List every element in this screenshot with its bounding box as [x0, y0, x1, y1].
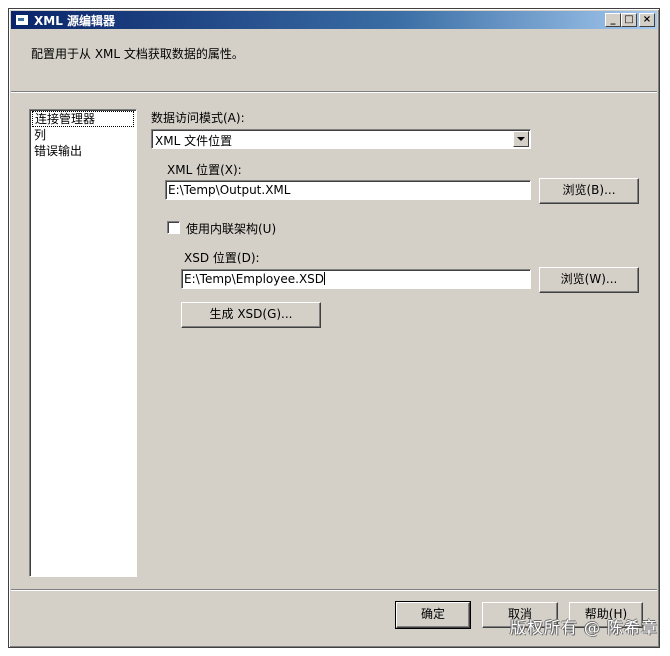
page-nav-list[interactable]: 连接管理器 列 错误输出: [29, 109, 137, 577]
nav-item-error-output[interactable]: 错误输出: [32, 143, 134, 159]
generate-xsd-button[interactable]: 生成 XSD(G)...: [181, 302, 321, 328]
minimize-button[interactable]: _: [605, 13, 621, 27]
browse-xml-button[interactable]: 浏览(B)...: [539, 178, 639, 204]
xsd-location-value: E:\Temp\Employee.XSD: [184, 272, 325, 286]
inline-schema-label[interactable]: 使用内联架构(U): [186, 220, 276, 237]
window-title: XML 源编辑器: [34, 13, 116, 28]
xml-location-input[interactable]: E:\Temp\Output.XML: [165, 180, 531, 200]
close-button[interactable]: ×: [639, 13, 655, 27]
nav-item-connection-manager[interactable]: 连接管理器: [32, 111, 134, 127]
dropdown-arrow-icon[interactable]: [513, 131, 529, 147]
dialog-description: 配置用于从 XML 文档获取数据的属性。: [31, 47, 244, 61]
header-divider: [11, 91, 657, 93]
xml-source-editor-dialog: XML 源编辑器 _ □ × 配置用于从 XML 文档获取数据的属性。 连接管理…: [8, 8, 660, 648]
footer-divider: [11, 589, 657, 591]
title-bar[interactable]: XML 源编辑器 _ □ ×: [11, 11, 657, 29]
ok-button[interactable]: 确定: [395, 601, 471, 629]
window-controls: _ □ ×: [605, 13, 655, 27]
text-caret: [324, 272, 326, 285]
nav-item-columns[interactable]: 列: [32, 127, 134, 143]
app-icon: [15, 14, 29, 26]
xsd-location-input[interactable]: E:\Temp\Employee.XSD: [181, 269, 531, 289]
browse-xsd-button[interactable]: 浏览(W)...: [539, 267, 639, 293]
access-mode-value: XML 文件位置: [155, 134, 233, 148]
access-mode-select[interactable]: XML 文件位置: [151, 129, 531, 149]
xml-location-label: XML 位置(X):: [167, 163, 242, 177]
copyright-watermark: 版权所有 @ 陈希章: [509, 618, 658, 637]
access-mode-label: 数据访问模式(A):: [151, 111, 245, 125]
inline-schema-checkbox[interactable]: [167, 221, 180, 234]
maximize-button[interactable]: □: [621, 13, 637, 27]
xsd-location-label: XSD 位置(D):: [184, 251, 260, 265]
